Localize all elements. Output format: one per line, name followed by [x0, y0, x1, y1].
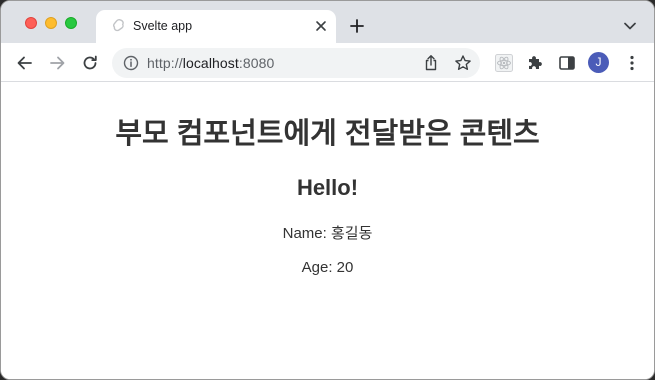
extensions-puzzle-icon[interactable] [525, 53, 545, 73]
window-maximize-button[interactable] [65, 17, 77, 29]
window-minimize-button[interactable] [45, 17, 57, 29]
page-title: 부모 컴포넌트에게 전달받은 콘텐츠 [115, 118, 540, 150]
more-menu-icon[interactable] [622, 53, 642, 73]
tab-title: Svelte app [133, 19, 193, 33]
side-panel-icon[interactable] [557, 53, 577, 73]
greeting-heading: Hello! [296, 175, 359, 200]
browser-window: Svelte app http://localhost:8080 J 부모 컴포… [0, 0, 655, 380]
back-arrow-icon[interactable] [15, 53, 35, 73]
close-icon[interactable] [314, 19, 328, 33]
svelte-icon [113, 19, 124, 32]
profile-avatar[interactable]: J [588, 52, 609, 73]
tab-strip: Svelte app [1, 1, 654, 43]
share-icon[interactable] [423, 54, 439, 72]
address-bar[interactable]: http://localhost:8080 [112, 48, 480, 78]
url-text: http://localhost:8080 [147, 55, 274, 71]
reload-icon[interactable] [80, 53, 100, 73]
chevron-down-icon[interactable] [623, 21, 637, 31]
url-host: localhost [182, 55, 239, 71]
forward-arrow-icon[interactable] [47, 53, 67, 73]
url-scheme: http:// [147, 55, 183, 71]
url-port: :8080 [238, 55, 275, 71]
info-icon[interactable] [123, 55, 139, 71]
browser-toolbar: http://localhost:8080 J [1, 43, 654, 82]
window-close-button[interactable] [25, 17, 37, 29]
age-text: Age: 20 [301, 259, 354, 276]
name-text: Name: 홍길동 [282, 225, 373, 242]
tab-svelte-app[interactable]: Svelte app [96, 10, 336, 43]
new-tab-icon[interactable] [349, 18, 365, 34]
page-content: 부모 컴포넌트에게 전달받은 콘텐츠 Hello! Name: 홍길동 Age:… [1, 83, 654, 379]
react-devtools-extension-icon[interactable] [494, 53, 514, 73]
bookmark-star-icon[interactable] [454, 54, 472, 72]
